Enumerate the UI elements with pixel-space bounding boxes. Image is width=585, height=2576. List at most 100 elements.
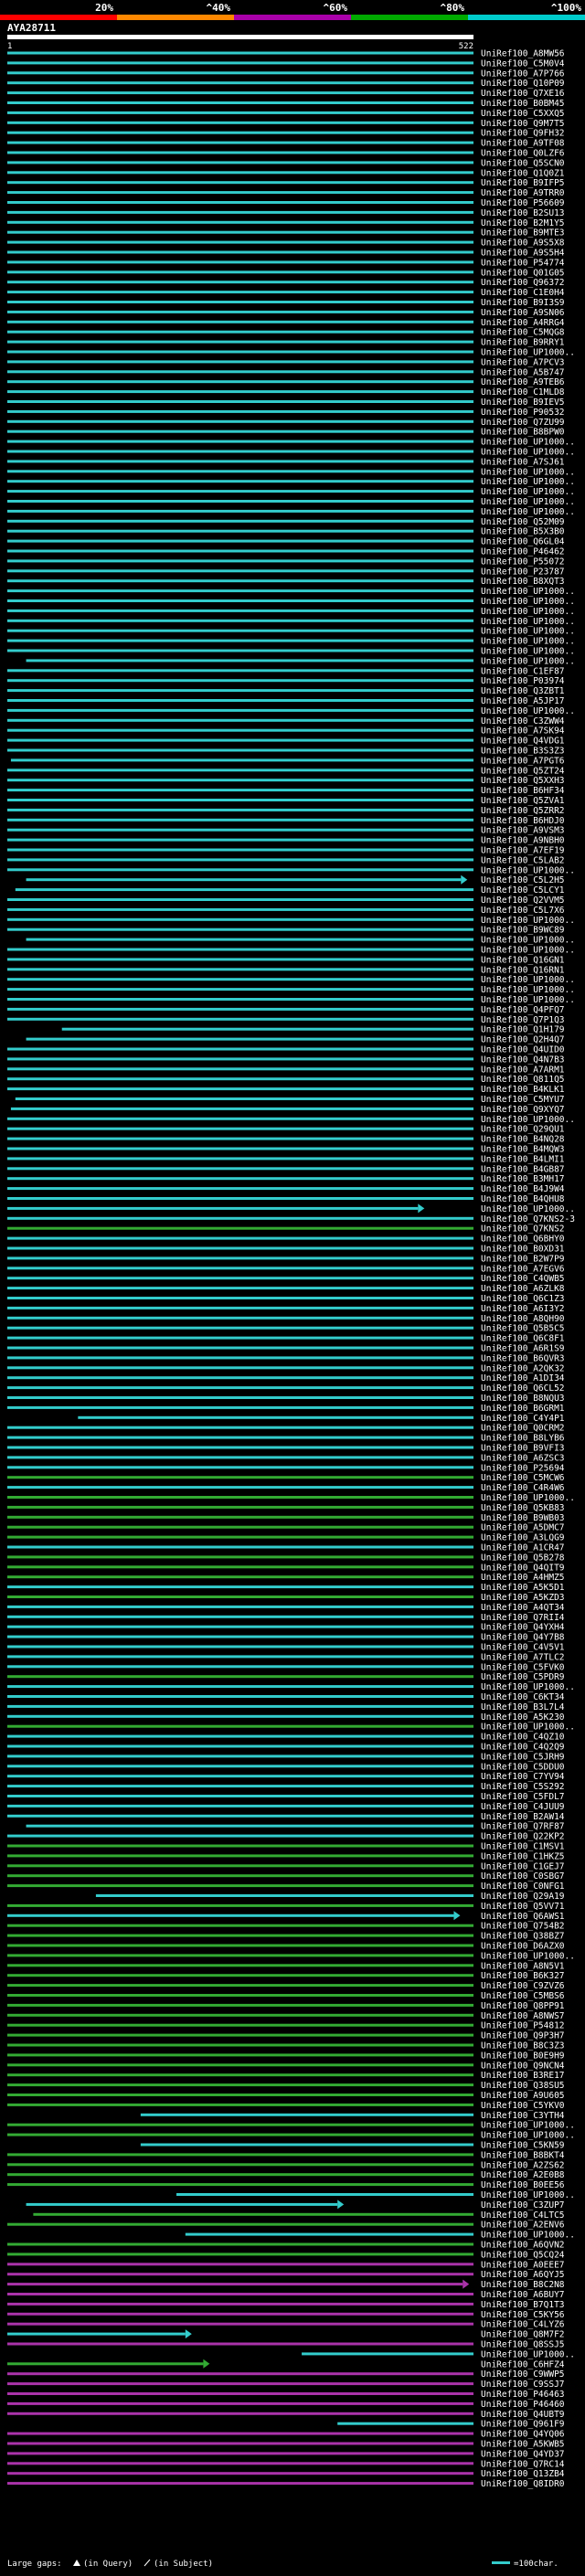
hit-label: UniRef100_B9VFI3 xyxy=(481,1444,565,1454)
hit-bar xyxy=(7,1714,473,1718)
hit-row: UniRef100_Q16RN1 xyxy=(7,965,565,975)
hit-label: UniRef100_Q8PP91 xyxy=(481,2001,565,2011)
hit-bar xyxy=(7,1047,473,1051)
hit-label: UniRef100_Q1Q0Z1 xyxy=(481,168,565,178)
hit-bar xyxy=(7,539,473,543)
hit-label: UniRef100_B0E9H9 xyxy=(481,2051,565,2061)
hit-bar xyxy=(7,2283,463,2286)
hit-arrow xyxy=(185,2329,192,2339)
hit-row: UniRef100_Q9NCN4 xyxy=(7,2061,565,2071)
hit-label: UniRef100_Q4YXH4 xyxy=(481,1623,565,1633)
hit-bar xyxy=(7,898,473,901)
hit-bar xyxy=(7,1734,473,1738)
hit-bar xyxy=(7,1575,473,1579)
hit-label: UniRef100_B8C2N8 xyxy=(481,2280,565,2290)
hit-bar xyxy=(7,2173,473,2177)
hit-row: UniRef100_C1E0H4 xyxy=(7,288,565,298)
hit-label: UniRef100_A1DI34 xyxy=(481,1373,565,1383)
hit-bar xyxy=(7,1456,473,1459)
hit-label: UniRef100_Q6BHY0 xyxy=(481,1235,565,1245)
hit-bar xyxy=(7,579,473,583)
hit-bar xyxy=(26,1824,474,1828)
hit-bar xyxy=(7,1267,473,1270)
hit-bar xyxy=(7,2263,473,2266)
hit-row: UniRef100_A8MW56 xyxy=(7,49,565,59)
hit-row: UniRef100_A6ZLK8 xyxy=(7,1284,565,1294)
hit-label: UniRef100_C5XXQ5 xyxy=(481,109,565,119)
hit-row: UniRef100_Q0CRM2 xyxy=(7,1424,565,1434)
hit-label: UniRef100_C5JRH9 xyxy=(481,1752,565,1762)
hit-bar xyxy=(7,1187,473,1191)
hit-bar xyxy=(7,2163,473,2167)
hit-row: UniRef100_C5LAB2 xyxy=(7,855,565,865)
hit-bar xyxy=(7,748,473,752)
hit-row: UniRef100_B4LMI1 xyxy=(7,1154,565,1164)
hit-bar xyxy=(7,2452,473,2455)
hit-label: UniRef100_UP1000.. xyxy=(481,656,575,666)
hit-row: UniRef100_C5S292 xyxy=(7,1782,565,1792)
hit-bar xyxy=(7,1087,473,1091)
hit-bar xyxy=(7,858,473,862)
scale-label: ^40% xyxy=(207,2,231,14)
hit-row: UniRef100_B0XD31 xyxy=(7,1245,565,1255)
hit-bar xyxy=(7,2094,473,2096)
hit-row: UniRef100_C5PDR9 xyxy=(7,1672,565,1682)
hit-label: UniRef100_C5KN59 xyxy=(481,2141,565,2151)
hit-label: UniRef100_Q0CRM2 xyxy=(481,1424,565,1434)
hit-label: UniRef100_A5K230 xyxy=(481,1712,565,1723)
hit-label: UniRef100_UP1000.. xyxy=(481,985,575,995)
hit-row: UniRef100_C5MQG8 xyxy=(7,328,565,338)
hit-row: UniRef100_C1EF87 xyxy=(7,666,565,676)
hit-row: UniRef100_A7EF19 xyxy=(7,846,565,856)
hit-row: UniRef100_Q16GN1 xyxy=(7,955,565,965)
hit-label: UniRef100_UP1000.. xyxy=(481,936,575,946)
hit-row: UniRef100_C4QZ10 xyxy=(7,1733,565,1743)
hit-bar xyxy=(7,1396,473,1399)
hit-row: UniRef100_UP1000.. xyxy=(7,597,575,607)
hit-bar xyxy=(7,818,473,822)
hit-bar xyxy=(7,370,473,374)
hit-row: UniRef100_B6HDJ0 xyxy=(7,816,565,826)
hit-row: UniRef100_UP1000.. xyxy=(7,607,575,617)
hit-label: UniRef100_B4J9W4 xyxy=(481,1184,565,1194)
hit-bar xyxy=(7,1426,473,1429)
hit-bar xyxy=(7,1704,473,1708)
hit-row: UniRef100_Q0LZF6 xyxy=(7,149,565,159)
hit-bar xyxy=(7,1605,473,1608)
hit-bar xyxy=(15,888,474,892)
hit-bar xyxy=(7,1675,473,1679)
hit-row: UniRef100_C3ZWW4 xyxy=(7,716,565,726)
hit-label: UniRef100_B9WC89 xyxy=(481,926,565,936)
hit-label: UniRef100_B2W7P9 xyxy=(481,1254,565,1264)
hit-label: UniRef100_A6R1S9 xyxy=(481,1344,565,1354)
hit-label: UniRef100_Q4N7B3 xyxy=(481,1055,565,1065)
hit-row: UniRef100_A7P766 xyxy=(7,69,565,79)
hit-label: UniRef100_A8N5V1 xyxy=(481,1961,565,1971)
hit-row: UniRef100_B0BM45 xyxy=(7,99,565,109)
hit-label: UniRef100_C5KY56 xyxy=(481,2310,565,2320)
hit-row: UniRef100_B8NQU3 xyxy=(7,1394,565,1404)
hit-row: UniRef100_C1MSV1 xyxy=(7,1842,565,1852)
hit-row: UniRef100_Q7XE16 xyxy=(7,89,565,99)
hit-bar xyxy=(7,419,473,423)
hit-row: UniRef100_C1GEJ7 xyxy=(7,1861,565,1871)
hit-label: UniRef100_B8BPW0 xyxy=(481,428,565,438)
scale-label: ^60% xyxy=(324,2,348,14)
hit-bar xyxy=(7,2053,473,2057)
hit-row: UniRef100_B3L7L4 xyxy=(7,1702,565,1712)
hit-row: UniRef100_Q4YXH4 xyxy=(7,1623,565,1633)
hit-row: UniRef100_B9IEV5 xyxy=(7,398,565,408)
hit-row: UniRef100_C5XXQ5 xyxy=(7,109,565,119)
hit-bar xyxy=(7,2392,473,2395)
hit-row: UniRef100_Q7RC14 xyxy=(7,2459,565,2469)
hit-label: UniRef100_C3ZUP7 xyxy=(481,2200,565,2210)
hit-row: UniRef100_C3ZUP7 xyxy=(26,2200,565,2210)
hit-label: UniRef100_Q4Y7B8 xyxy=(481,1633,565,1643)
hit-label: UniRef100_B0EE56 xyxy=(481,2180,565,2190)
hit-bar xyxy=(7,2302,473,2306)
hit-bar xyxy=(7,1127,473,1130)
hit-bar xyxy=(26,2202,338,2206)
hit-bar xyxy=(7,1137,473,1140)
hit-bar xyxy=(7,529,473,533)
hit-label: UniRef100_B0XD31 xyxy=(481,1245,565,1255)
